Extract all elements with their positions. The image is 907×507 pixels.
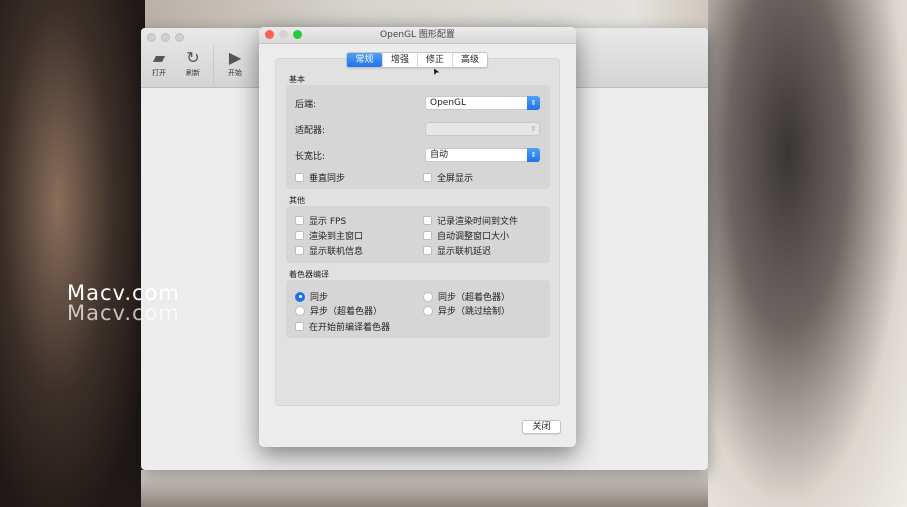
play-icon: ▶: [228, 48, 242, 67]
checkbox-box: [423, 246, 432, 255]
aspect-label: 长宽比:: [295, 152, 326, 162]
checkbox-label: 显示联机信息: [309, 247, 364, 257]
shader-heading: 着色器编译: [289, 270, 329, 279]
checkbox-box: [295, 231, 304, 240]
refresh-button[interactable]: ↻ 刷新: [178, 48, 208, 78]
background-art-right: [708, 0, 907, 507]
fullscreen-checkbox[interactable]: 全屏显示: [423, 171, 473, 184]
folder-icon: ▰: [152, 48, 166, 67]
log-render-time-checkbox[interactable]: 记录渲染时间到文件: [423, 214, 518, 227]
other-group: 显示 FPS 记录渲染时间到文件 渲染到主窗口 自动调整窗口大小 显示联机信息 …: [286, 206, 550, 263]
render-to-main-checkbox[interactable]: 渲染到主窗口: [295, 229, 363, 242]
checkbox-label: 自动调整窗口大小: [437, 232, 510, 242]
chevron-updown-icon: ⇕: [527, 148, 540, 162]
shader-async-uber-radio[interactable]: 异步（超着色器）: [295, 304, 382, 317]
show-fps-checkbox[interactable]: 显示 FPS: [295, 214, 346, 227]
backend-label: 后端:: [295, 100, 317, 110]
radio-label: 异步（超着色器）: [310, 307, 383, 317]
fullscreen-label: 全屏显示: [437, 174, 474, 184]
show-netplay-ping-checkbox[interactable]: 显示联机延迟: [423, 244, 491, 257]
tab-hacks[interactable]: 修正: [417, 53, 452, 67]
shader-sync-radio[interactable]: 同步: [295, 290, 328, 303]
checkbox-label: 在开始前编译着色器: [309, 323, 391, 333]
tab-general[interactable]: 常规: [347, 53, 382, 67]
basic-group: 后端: OpenGL ⇕ 适配器: ⇕ 长宽比: 自动 ⇕ 垂直同步 全屏显示: [286, 85, 550, 189]
precompile-shaders-checkbox[interactable]: 在开始前编译着色器: [295, 320, 390, 333]
show-netplay-info-checkbox[interactable]: 显示联机信息: [295, 244, 363, 257]
checkbox-box: [423, 173, 432, 182]
checkbox-label: 渲染到主窗口: [309, 232, 364, 242]
toolbar-separator: [213, 46, 214, 84]
radio-dot: [295, 291, 305, 302]
tab-enhancements[interactable]: 增强: [382, 53, 417, 67]
shader-async-skip-radio[interactable]: 异步（跳过绘制）: [423, 304, 510, 317]
zoom-window-button[interactable]: [175, 33, 184, 42]
minimize-dialog-button[interactable]: [279, 30, 288, 39]
chevron-updown-icon: ⇕: [527, 96, 540, 110]
checkbox-box: [423, 231, 432, 240]
adapter-label: 适配器:: [295, 126, 326, 136]
close-button[interactable]: 关闭: [522, 420, 561, 434]
checkbox-box: [295, 322, 304, 331]
start-button[interactable]: ▶ 开始: [220, 48, 250, 78]
tab-advanced[interactable]: 高级: [452, 53, 487, 67]
checkbox-box: [423, 216, 432, 225]
tab-panel: 基本 后端: OpenGL ⇕ 适配器: ⇕ 长宽比: 自动 ⇕ 垂直同步 全屏显示…: [275, 58, 560, 406]
checkbox-box: [295, 246, 304, 255]
aspect-select[interactable]: 自动 ⇕: [425, 148, 540, 162]
checkbox-box: [295, 216, 304, 225]
radio-dot: [423, 305, 433, 316]
open-button[interactable]: ▰ 打开: [144, 48, 174, 78]
tab-bar: 常规 增强 修正 高级: [346, 52, 488, 68]
adapter-select[interactable]: ⇕: [425, 122, 540, 136]
radio-label: 异步（跳过绘制）: [438, 307, 511, 317]
shader-group: 同步 同步（超着色器） 异步（超着色器） 异步（跳过绘制） 在开始前编译着色器: [286, 280, 550, 338]
shader-sync-uber-radio[interactable]: 同步（超着色器）: [423, 290, 510, 303]
dialog-title: OpenGL 图形配置: [259, 27, 576, 44]
refresh-icon: ↻: [186, 48, 200, 67]
minimize-window-button[interactable]: [161, 33, 170, 42]
checkbox-label: 显示 FPS: [309, 217, 347, 227]
vsync-label: 垂直同步: [309, 174, 346, 184]
basic-heading: 基本: [289, 75, 305, 84]
background-art-bottom: [141, 470, 708, 507]
auto-resize-checkbox[interactable]: 自动调整窗口大小: [423, 229, 509, 242]
vsync-checkbox[interactable]: 垂直同步: [295, 171, 345, 184]
radio-label: 同步: [310, 293, 329, 303]
other-heading: 其他: [289, 196, 305, 205]
radio-dot: [295, 305, 305, 316]
close-dialog-button[interactable]: [265, 30, 274, 39]
checkbox-box: [295, 173, 304, 182]
opengl-config-dialog: OpenGL 图形配置 常规 增强 修正 高级 基本 后端: OpenGL ⇕ 适…: [259, 27, 576, 447]
chevron-updown-icon: ⇕: [530, 125, 537, 133]
radio-dot: [423, 291, 433, 302]
checkbox-label: 记录渲染时间到文件: [437, 217, 519, 227]
checkbox-label: 显示联机延迟: [437, 247, 492, 257]
watermark-reflection: Macv.com: [67, 301, 180, 325]
backend-select[interactable]: OpenGL ⇕: [425, 96, 540, 110]
background-art-left: [0, 0, 145, 507]
radio-label: 同步（超着色器）: [438, 293, 511, 303]
zoom-dialog-button[interactable]: [293, 30, 302, 39]
close-window-button[interactable]: [147, 33, 156, 42]
